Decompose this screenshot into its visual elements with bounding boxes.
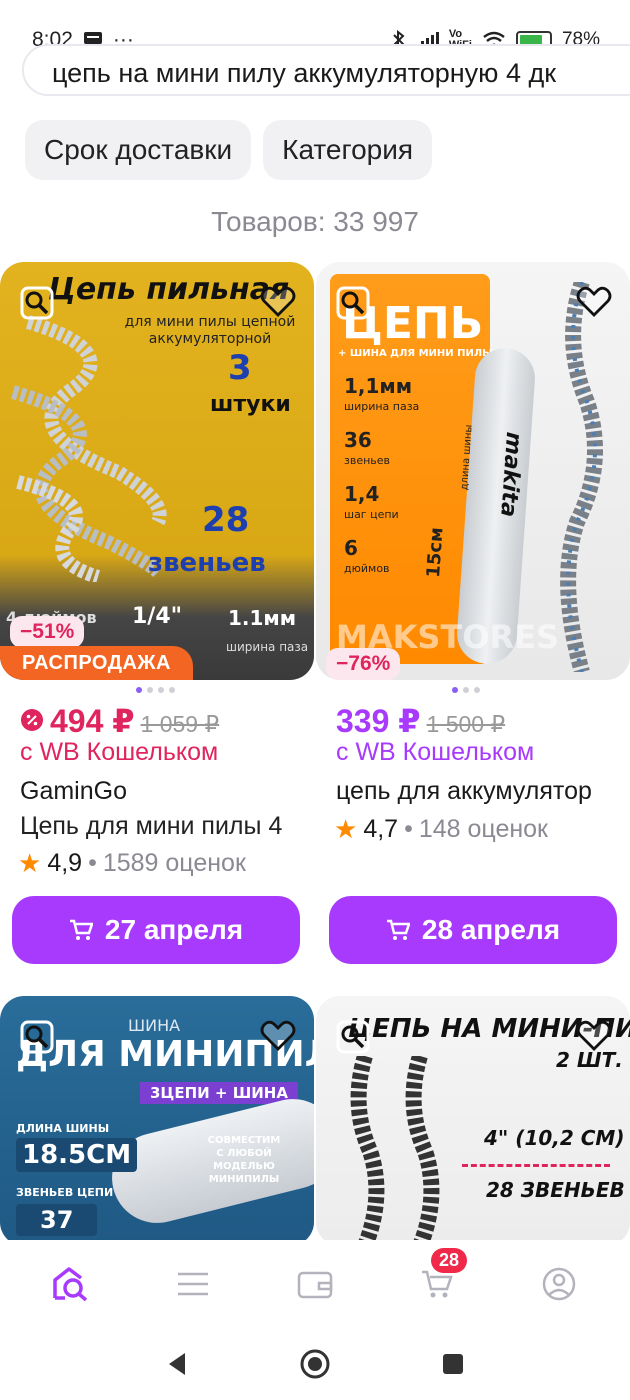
add-to-cart-button[interactable]: 27 апреля (12, 896, 300, 964)
delivery-date: 27 апреля (104, 914, 244, 945)
image-spec3: 1,4 (344, 482, 380, 506)
chain-illustration (11, 315, 167, 582)
favorite-heart-icon[interactable] (260, 284, 296, 318)
nav-home[interactable] (41, 1254, 101, 1314)
price-current: 494 ₽ (50, 703, 135, 739)
menu-icon (178, 1272, 208, 1296)
product-name[interactable]: цепь для аккумулятор (336, 777, 611, 806)
zoom-search-icon[interactable] (20, 286, 54, 320)
price-row: 339 ₽ 1 500 ₽ (336, 702, 505, 740)
zoom-search-icon[interactable] (336, 286, 370, 320)
image-length-label: ДЛИНА ШИНЫ (16, 1122, 110, 1135)
image-links-label: ЗВЕНЬЕВ ЦЕПИ (16, 1186, 114, 1199)
favorite-heart-icon[interactable] (260, 1018, 296, 1052)
discount-badge: −76% (326, 648, 401, 680)
home-search-icon (53, 1267, 88, 1302)
cart-icon (422, 1270, 453, 1298)
chain-illustration (560, 282, 603, 672)
nav-catalog[interactable] (163, 1254, 223, 1314)
product-brand: GaminGo (20, 777, 127, 805)
image-qty-num: 3 (228, 348, 252, 388)
product-rating: ★ 4,7 • 148 оценок (334, 814, 614, 845)
star-icon: ★ (18, 848, 42, 878)
image-length-value: 18.5CM (16, 1138, 138, 1172)
discount-tag-icon (21, 709, 43, 731)
filter-delivery-chip[interactable]: Срок доставки (25, 120, 252, 180)
image-subtitle: + ШИНА ДЛЯ МИНИ ПИЛЫ (338, 348, 493, 359)
review-count: 148 оценок (418, 815, 548, 843)
image-spec1: 1,1мм (344, 374, 413, 398)
bottom-navigation: 28 (0, 1240, 630, 1328)
image-ribbon: 3ЦЕПИ + ШИНА (140, 1082, 298, 1104)
wallet-icon (297, 1271, 333, 1299)
discount-badge: −51% (10, 616, 85, 648)
product-image[interactable]: ЦЕПЬ НА МИНИ-ПИЛУ 2 ШТ. 4" (10,2 СМ) 28 … (316, 996, 630, 1246)
image-links: 28 ЗВЕНЬЕВ (486, 1178, 625, 1202)
back-icon[interactable] (165, 1351, 189, 1377)
cart-icon (386, 919, 410, 940)
image-pagination (136, 687, 175, 693)
search-input[interactable]: цепь на мини пилу аккумуляторную 4 дк (22, 44, 630, 96)
image-links-value: 37 (16, 1204, 98, 1236)
delivery-date: 28 апреля (421, 914, 561, 945)
image-spec2: 36 (344, 428, 372, 452)
price-row: 494 ₽ 1 059 ₽ (20, 702, 219, 740)
product-image[interactable]: ЦЕПЬ + ШИНА ДЛЯ МИНИ ПИЛЫ 1,1мм ширина п… (316, 262, 630, 680)
nav-wallet[interactable] (285, 1254, 345, 1314)
product-name[interactable]: Цепь для мини пилы 4 (20, 812, 295, 841)
image-pagination (452, 687, 480, 693)
zoom-search-icon[interactable] (336, 1020, 370, 1054)
red-dashes (462, 1164, 610, 1167)
image-qty-word: штуки (210, 392, 291, 417)
nav-profile[interactable] (529, 1254, 589, 1314)
price-current: 339 ₽ (336, 703, 421, 739)
rating-sep: • (404, 815, 413, 843)
image-links-word: звеньев (148, 548, 266, 578)
sale-badge: РАСПРОДАЖА (0, 646, 193, 680)
chain-illustration (350, 1056, 440, 1246)
image-spec4-sub: дюймов (344, 562, 390, 575)
image-spec3-sub: шаг цепи (344, 508, 399, 521)
image-spec2-sub: звеньев (344, 454, 391, 467)
image-spec3-sub: ширина паза (226, 640, 309, 654)
star-icon: ★ (334, 814, 358, 844)
nav-cart[interactable]: 28 (407, 1248, 468, 1314)
recents-icon[interactable] (441, 1352, 465, 1376)
image-size: 4" (10,2 СМ) (484, 1126, 625, 1150)
filter-chips: Срок доставки Категория (25, 120, 433, 180)
price-old: 1 500 ₽ (426, 711, 506, 737)
image-spec3: 1.1мм (228, 606, 297, 630)
image-compat: СОВМЕСТИМ С ЛЮБОЙ МОДЕЛЬЮ МИНИПИЛЫ (207, 1135, 281, 1185)
review-count: 1589 оценок (102, 849, 246, 877)
wallet-price-note: с WB Кошельком (336, 738, 535, 766)
product-image[interactable]: ШИНА ДЛЯ МИНИПИЛЫ 3ЦЕПИ + ШИНА ДЛИНА ШИН… (0, 996, 314, 1246)
rating-score: 4,9 (47, 849, 83, 877)
rating-score: 4,7 (363, 815, 399, 843)
product-rating: ★ 4,9 • 1589 оценок (18, 848, 288, 879)
results-count: Товаров: 33 997 (211, 206, 419, 237)
image-top-text: ШИНА (128, 1016, 181, 1035)
image-title: Цепь пильная (48, 272, 290, 307)
filter-category-chip[interactable]: Категория (263, 120, 433, 180)
image-links-num: 28 (202, 500, 250, 540)
image-spec4: 6 (344, 536, 358, 560)
bar-length: 15см (422, 526, 448, 579)
profile-icon (542, 1267, 576, 1301)
wallet-price-note: с WB Кошельком (20, 738, 219, 766)
favorite-heart-icon[interactable] (576, 1018, 612, 1052)
cart-icon (69, 919, 93, 940)
image-spec2: 1/4" (132, 604, 183, 629)
add-to-cart-button[interactable]: 28 апреля (329, 896, 617, 964)
product-image[interactable]: Цепь пильная для мини пилы цепной аккуму… (0, 262, 314, 680)
rating-sep: • (88, 849, 97, 877)
image-spec1-sub: ширина паза (344, 400, 420, 413)
price-old: 1 059 ₽ (140, 711, 220, 737)
cart-count-badge: 28 (431, 1248, 468, 1273)
system-navigation (0, 1328, 630, 1400)
favorite-heart-icon[interactable] (576, 284, 612, 318)
zoom-search-icon[interactable] (20, 1020, 54, 1054)
home-icon[interactable] (299, 1348, 331, 1380)
